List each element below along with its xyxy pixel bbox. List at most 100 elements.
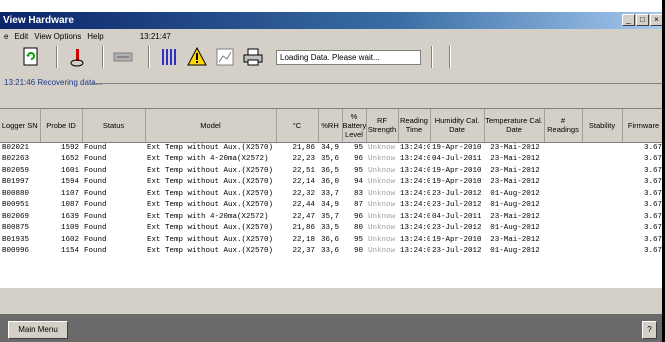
menu-view-options[interactable]: View Options xyxy=(34,32,81,41)
top-strip xyxy=(0,0,665,12)
col-stability[interactable]: Stability xyxy=(582,109,623,143)
col-humidity-cal-date[interactable]: Humidity Cal. Date xyxy=(430,109,485,143)
device-button[interactable] xyxy=(112,46,134,68)
window-title: View Hardware xyxy=(3,15,74,26)
table-cell: 35,7 xyxy=(320,212,339,221)
toolbar-separator xyxy=(148,46,150,68)
col-battery[interactable]: % Battery Level xyxy=(342,109,367,143)
table-row[interactable]: B00951 1087 Found Ext Temp without Aux.(X25… xyxy=(0,200,665,212)
col-reading-time[interactable]: Reading Time xyxy=(398,109,431,143)
chart-button[interactable] xyxy=(214,46,236,68)
probe-button[interactable] xyxy=(66,46,88,68)
table-cell: 33,5 xyxy=(320,224,339,233)
toolbar-separator xyxy=(56,46,58,68)
table-cell xyxy=(582,165,622,177)
table-cell: 80 xyxy=(353,224,363,233)
table-cell: Found xyxy=(84,166,107,175)
table-cell: B02021 xyxy=(2,144,30,152)
col-readings[interactable]: # Readings xyxy=(544,109,583,143)
table-cell: Found xyxy=(84,247,107,256)
table-cell: 3.67 xyxy=(643,201,662,210)
table-cell xyxy=(544,177,582,189)
table-cell: Found xyxy=(84,235,107,244)
col-celsius[interactable]: °C xyxy=(276,109,319,143)
table-cell xyxy=(582,188,622,200)
table-cell: 22,44 xyxy=(292,201,315,210)
table-cell: 23-Mai-2012 xyxy=(490,166,540,175)
hardware-grid[interactable]: Logger SN Probe ID Status Model °C %RH %… xyxy=(0,108,665,288)
col-temperature-cal-date[interactable]: Temperature Cal. Date xyxy=(484,109,545,143)
table-row[interactable]: B02069 1639 Found Ext Temp with 4-20ma(X257… xyxy=(0,211,665,223)
table-row[interactable]: B01935 1602 Found Ext Temp without Aux.(X25… xyxy=(0,234,665,246)
minimize-button[interactable]: _ xyxy=(622,14,635,26)
table-row[interactable]: B00880 1107 Found Ext Temp without Aux.(X25… xyxy=(0,188,665,200)
refresh-button[interactable] xyxy=(20,46,42,68)
col-probe-id[interactable]: Probe ID xyxy=(40,109,83,143)
alarm-button[interactable] xyxy=(186,46,208,68)
table-cell: 13:24:00 xyxy=(400,166,430,175)
table-cell: Ext Temp without Aux.(X2570) xyxy=(147,144,274,152)
table-row[interactable]: B00875 1109 Found Ext Temp without Aux.(X25… xyxy=(0,223,665,235)
table-cell xyxy=(582,223,622,235)
table-cell: Unknow xyxy=(368,212,396,221)
menu-file[interactable]: e xyxy=(4,32,8,41)
col-rf-strength[interactable]: RF Strength xyxy=(366,109,399,143)
table-cell: 83 xyxy=(353,189,363,198)
table-cell: B02059 xyxy=(2,166,30,175)
table-cell: Unknow xyxy=(368,224,396,233)
help-button[interactable]: ? xyxy=(642,321,657,339)
table-cell xyxy=(544,223,582,235)
table-cell: 23-Mai-2012 xyxy=(490,212,540,221)
table-cell: 13:24:00 xyxy=(400,189,430,198)
table-cell: 1639 xyxy=(60,212,79,221)
table-cell: B02263 xyxy=(2,155,30,164)
table-cell: 21,86 xyxy=(292,144,315,152)
table-row[interactable]: B02263 1652 Found Ext Temp with 4-20ma(X257… xyxy=(0,154,665,166)
bars-button[interactable] xyxy=(158,46,180,68)
col-status[interactable]: Status xyxy=(82,109,146,143)
table-cell: 23-Mai-2012 xyxy=(490,178,540,187)
col-model[interactable]: Model xyxy=(145,109,277,143)
table-cell: 33,6 xyxy=(320,247,339,256)
table-cell: Ext Temp with 4-20ma(X2572) xyxy=(147,212,269,221)
menu-edit[interactable]: Edit xyxy=(14,32,28,41)
table-cell xyxy=(544,200,582,212)
table-cell: Ext Temp without Aux.(X2570) xyxy=(147,235,274,244)
table-cell: 13:24:00 xyxy=(400,144,430,152)
table-cell xyxy=(544,165,582,177)
warning-icon xyxy=(187,47,207,66)
table-cell: 22,51 xyxy=(292,166,315,175)
table-row[interactable]: B02021 1592 Found Ext Temp without Aux.(X25… xyxy=(0,142,665,154)
table-cell xyxy=(544,234,582,246)
col-logger-sn[interactable]: Logger SN xyxy=(0,109,41,143)
table-cell: 19-Apr-2010 xyxy=(432,235,482,244)
table-cell: B00880 xyxy=(2,189,30,198)
maximize-button[interactable]: □ xyxy=(636,14,649,26)
table-cell: Ext Temp without Aux.(X2570) xyxy=(147,224,274,233)
table-cell: Found xyxy=(84,155,107,164)
refresh-icon xyxy=(23,47,38,66)
print-button[interactable] xyxy=(242,46,264,68)
table-cell: Unknow xyxy=(368,166,396,175)
table-cell: 13:24:00 xyxy=(400,247,430,256)
table-cell: 23-Jul-2012 xyxy=(432,247,482,256)
table-cell: B00996 xyxy=(2,247,30,256)
table-cell: 1602 xyxy=(60,235,79,244)
table-cell: 22,47 xyxy=(292,212,315,221)
table-cell: 23-Mai-2012 xyxy=(490,235,540,244)
table-cell xyxy=(544,211,582,223)
menu-help[interactable]: Help xyxy=(87,32,103,41)
table-cell: 90 xyxy=(353,247,363,256)
col-firmware[interactable]: Firmware xyxy=(622,109,665,143)
table-row[interactable]: B02059 1601 Found Ext Temp without Aux.(X25… xyxy=(0,165,665,177)
table-cell: Unknow xyxy=(368,189,396,198)
main-menu-button[interactable]: Main Menu xyxy=(8,321,68,339)
table-cell: Found xyxy=(84,201,107,210)
table-row[interactable]: B00996 1154 Found Ext Temp without Aux.(X25… xyxy=(0,246,665,258)
table-cell: 23-Jul-2012 xyxy=(432,201,482,210)
table-row[interactable]: B01997 1594 Found Ext Temp without Aux.(X25… xyxy=(0,177,665,189)
table-cell xyxy=(544,188,582,200)
table-cell: B02069 xyxy=(2,212,30,221)
col-rh[interactable]: %RH xyxy=(318,109,343,143)
table-cell: 96 xyxy=(353,212,363,221)
